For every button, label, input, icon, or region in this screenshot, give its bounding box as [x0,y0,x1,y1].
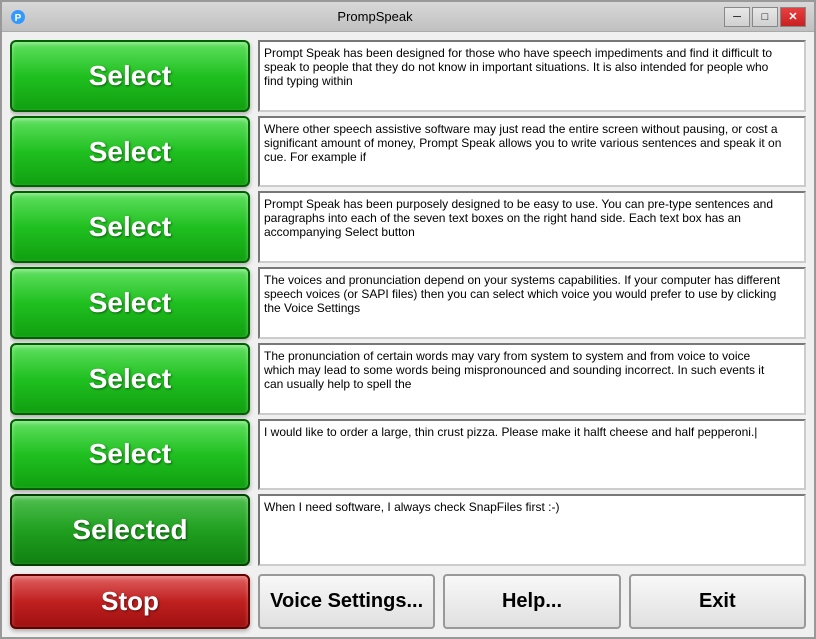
select-button-6[interactable]: Select [10,419,250,491]
close-button[interactable]: ✕ [780,7,806,27]
select-button-3[interactable]: Select [10,191,250,263]
text-container-1 [258,40,806,112]
title-bar: P PrompSpeak ─ □ ✕ [2,2,814,32]
text-area-3[interactable] [258,191,806,263]
select-button-1[interactable]: Select [10,40,250,112]
exit-button[interactable]: Exit [629,574,806,629]
main-content: SelectSelectSelectSelectSelectSelectSele… [2,32,814,637]
help-button[interactable]: Help... [443,574,620,629]
select-button-4[interactable]: Select [10,267,250,339]
window-controls: ─ □ ✕ [724,7,806,27]
select-row-1: Select [10,40,806,112]
text-area-6[interactable] [258,419,806,491]
select-row-2: Select [10,116,806,188]
text-area-2[interactable] [258,116,806,188]
select-row-3: Select [10,191,806,263]
main-window: P PrompSpeak ─ □ ✕ SelectSelectSelectSel… [0,0,816,639]
select-row-6: Select [10,419,806,491]
svg-text:P: P [15,13,22,24]
minimize-button[interactable]: ─ [724,7,750,27]
select-row-7: Selected [10,494,806,566]
title-bar-icon: P [10,9,26,25]
stop-button[interactable]: Stop [10,574,250,629]
select-button-2[interactable]: Select [10,116,250,188]
select-row-5: Select [10,343,806,415]
text-area-4[interactable] [258,267,806,339]
text-container-2 [258,116,806,188]
restore-button[interactable]: □ [752,7,778,27]
text-area-1[interactable] [258,40,806,112]
text-container-3 [258,191,806,263]
select-button-7[interactable]: Selected [10,494,250,566]
window-title: PrompSpeak [26,9,724,24]
select-row-4: Select [10,267,806,339]
text-container-7 [258,494,806,566]
voice-settings-button[interactable]: Voice Settings... [258,574,435,629]
text-area-5[interactable] [258,343,806,415]
text-container-4 [258,267,806,339]
select-button-5[interactable]: Select [10,343,250,415]
text-area-7[interactable] [258,494,806,566]
bottom-toolbar: Stop Voice Settings... Help... Exit [10,574,806,629]
text-container-5 [258,343,806,415]
text-container-6 [258,419,806,491]
